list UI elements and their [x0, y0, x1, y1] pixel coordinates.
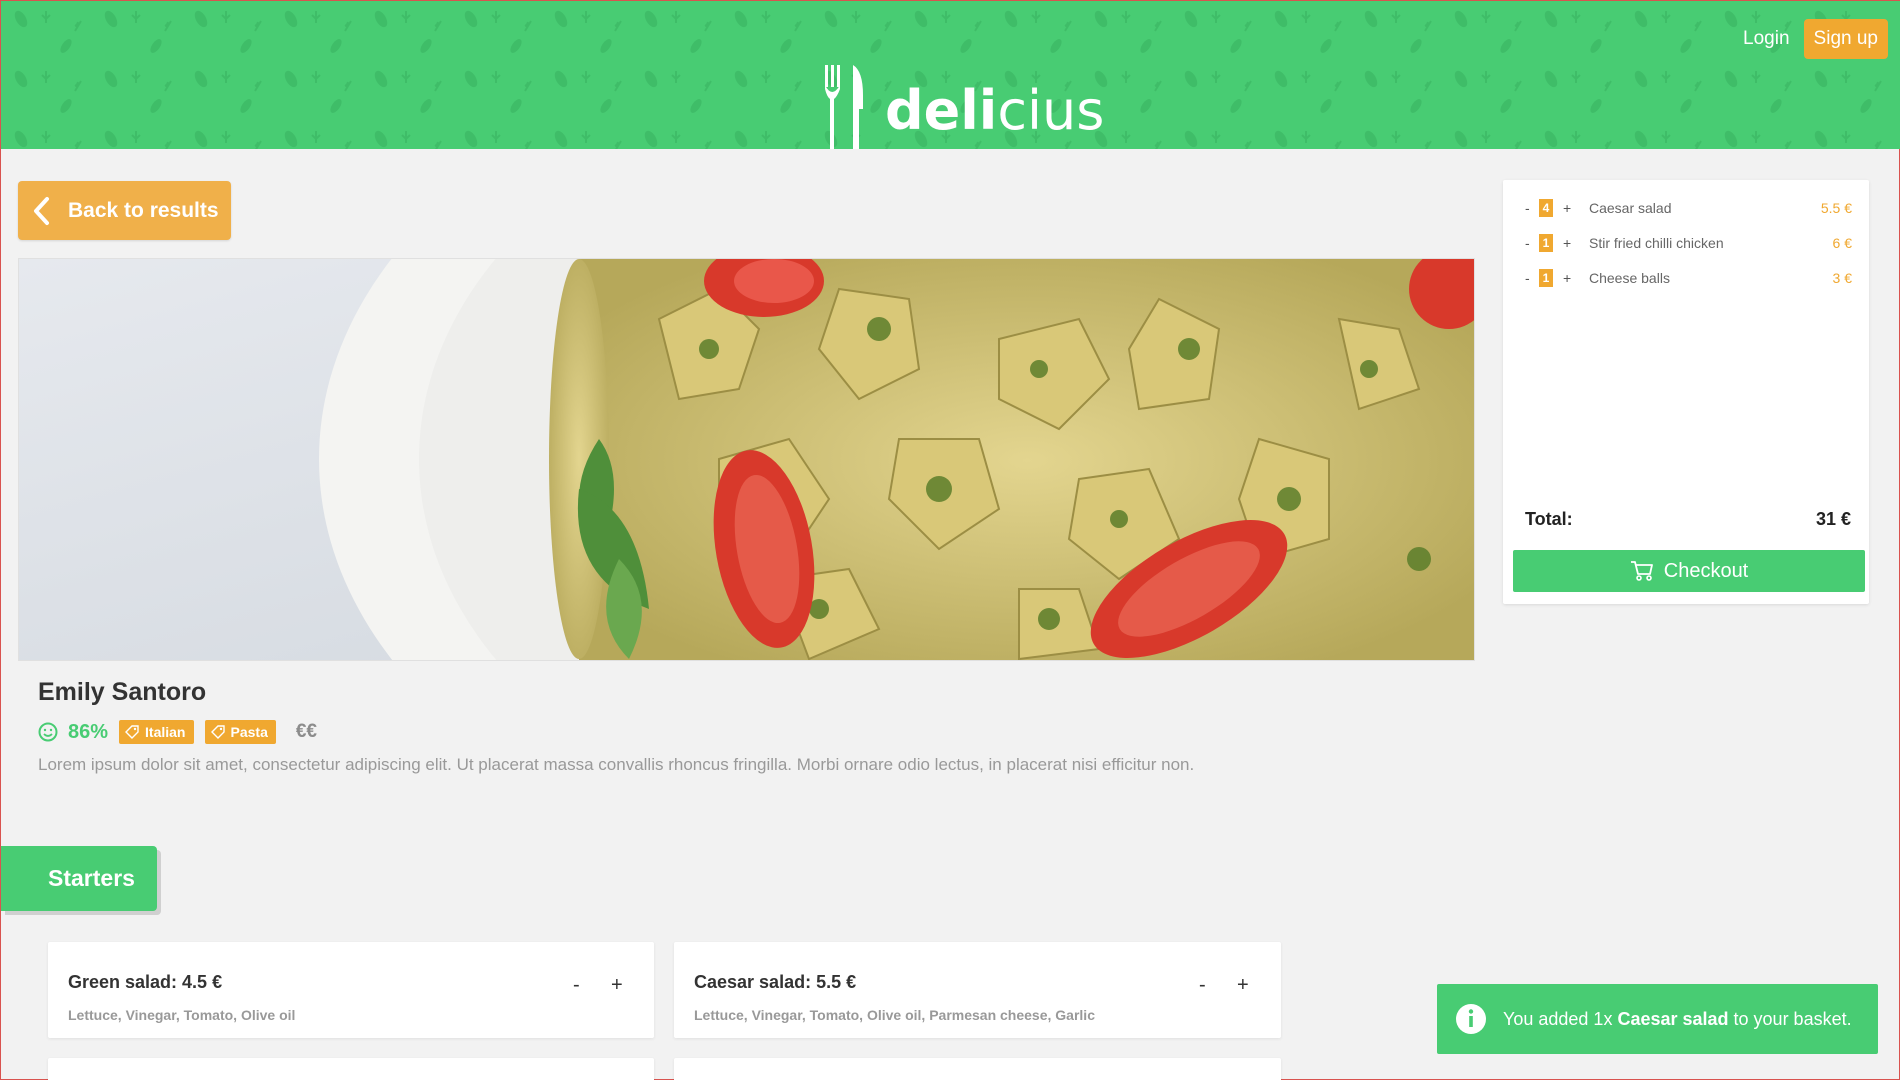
basket-increase-button[interactable]: + — [1563, 200, 1589, 216]
basket-decrease-button[interactable]: - — [1525, 200, 1539, 216]
basket-increase-button[interactable]: + — [1563, 235, 1589, 251]
basket-item-count: 1 — [1539, 269, 1553, 287]
back-button-label: Back to results — [68, 198, 219, 222]
basket-item-price: 5.5 € — [1820, 200, 1852, 216]
pasta-dish-illustration — [19, 259, 1474, 660]
basket-item-price: 6 € — [1832, 235, 1852, 251]
decrease-quantity-button[interactable]: - — [1199, 974, 1206, 997]
smiley-icon — [38, 722, 58, 742]
menu-item-ingredients: Lettuce, Vinegar, Tomato, Olive oil — [68, 1007, 296, 1023]
rating: 86% — [38, 721, 108, 744]
menu-item-card — [674, 1058, 1281, 1080]
menu-item-card: Caesar salad: 5.5 € Lettuce, Vinegar, To… — [674, 942, 1281, 1038]
restaurant-name: Emily Santoro — [38, 678, 207, 706]
basket-increase-button[interactable]: + — [1563, 270, 1589, 286]
restaurant-hero-image — [18, 258, 1475, 661]
tag-italian[interactable]: Italian — [119, 720, 194, 744]
basket-item: - 4 + Caesar salad 5.5 € — [1525, 198, 1852, 218]
total-value: 31 € — [1815, 509, 1851, 529]
toast-prefix: You added 1x — [1503, 1008, 1613, 1029]
chevron-left-icon — [34, 196, 49, 225]
tag-label: Pasta — [230, 724, 268, 740]
basket-item: - 1 + Cheese balls 3 € — [1525, 268, 1852, 288]
decrease-quantity-button[interactable]: - — [573, 974, 580, 997]
info-icon — [1456, 1004, 1486, 1034]
basket-item: - 1 + Stir fried chilli chicken 6 € — [1525, 233, 1852, 253]
menu-item-card: Green salad: 4.5 € Lettuce, Vinegar, Tom… — [48, 942, 654, 1038]
logo-wordmark: delicius — [885, 79, 1105, 142]
tag-label: Italian — [145, 724, 186, 740]
tag-icon — [125, 725, 139, 739]
basket-item-price: 3 € — [1832, 270, 1852, 286]
signup-button[interactable]: Sign up — [1803, 19, 1888, 59]
notification-toast: You added 1x Caesar salad to your basket… — [1437, 984, 1878, 1054]
site-header: delicius Login Sign up — [1, 1, 1900, 149]
tag-pasta[interactable]: Pasta — [204, 720, 276, 744]
menu-item-ingredients: Lettuce, Vinegar, Tomato, Olive oil, Par… — [694, 1007, 1095, 1023]
login-link[interactable]: Login — [1743, 28, 1790, 50]
restaurant-description: Lorem ipsum dolor sit amet, consectetur … — [38, 755, 1195, 774]
basket-item-name: Caesar salad — [1589, 200, 1672, 216]
back-to-results-button[interactable]: Back to results — [18, 181, 231, 240]
increase-quantity-button[interactable]: + — [611, 974, 623, 997]
menu-item-card — [48, 1058, 654, 1080]
basket-item-name: Cheese balls — [1589, 270, 1670, 286]
restaurant-meta: 86% Italian Pasta €€ — [38, 719, 317, 745]
menu-item-title: Caesar salad: 5.5 € — [694, 972, 857, 992]
basket-decrease-button[interactable]: - — [1525, 270, 1539, 286]
site-logo[interactable]: delicius — [823, 65, 1104, 149]
section-title-starters: Starters — [1, 846, 157, 911]
tag-icon — [210, 725, 225, 739]
toast-suffix: to your basket. — [1733, 1008, 1852, 1029]
cart-icon — [1630, 561, 1653, 581]
increase-quantity-button[interactable]: + — [1237, 974, 1249, 997]
total-label: Total: — [1525, 509, 1573, 529]
basket-item-count: 4 — [1539, 199, 1553, 217]
basket-item-name: Stir fried chilli chicken — [1589, 235, 1724, 251]
basket-item-count: 1 — [1539, 234, 1553, 252]
menu-item-title: Green salad: 4.5 € — [68, 972, 223, 992]
rating-value: 86% — [68, 720, 109, 743]
basket-decrease-button[interactable]: - — [1525, 235, 1539, 251]
fork-knife-icon — [825, 65, 863, 149]
price-level: €€ — [295, 721, 317, 742]
auth-links: Login Sign up — [1743, 19, 1888, 59]
checkout-label: Checkout — [1663, 559, 1749, 582]
checkout-button[interactable]: Checkout — [1513, 550, 1865, 592]
toast-item: Caesar salad — [1617, 1008, 1729, 1029]
basket-panel: - 4 + Caesar salad 5.5 € - 1 + Stir frie… — [1503, 180, 1869, 604]
